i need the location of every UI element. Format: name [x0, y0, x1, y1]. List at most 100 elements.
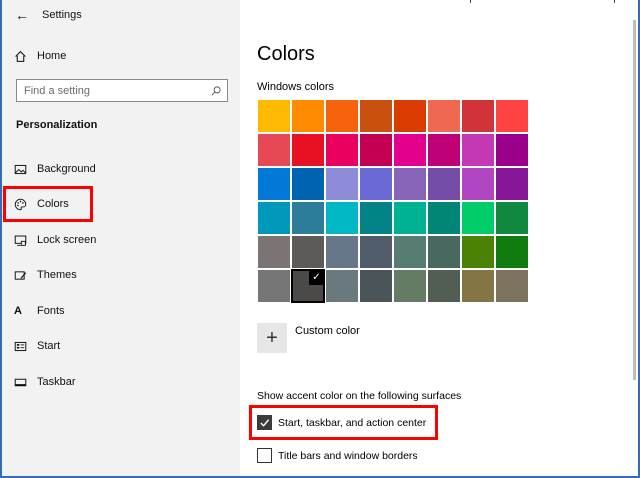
checkbox-label: Title bars and window borders [278, 449, 418, 462]
color-swatch[interactable] [496, 236, 528, 268]
color-swatch[interactable] [496, 134, 528, 166]
windows-colors-label: Windows colors [257, 81, 335, 93]
color-swatch[interactable] [258, 100, 290, 132]
color-swatch[interactable] [462, 100, 494, 132]
color-swatch[interactable] [360, 236, 392, 268]
fonts-icon: A [2, 305, 37, 317]
color-swatch[interactable] [462, 236, 494, 268]
taskbar-icon [2, 376, 37, 389]
sidebar-item-label: Lock screen [37, 234, 97, 246]
color-swatch[interactable] [394, 270, 426, 302]
color-swatch[interactable] [394, 100, 426, 132]
color-swatch[interactable] [496, 202, 528, 234]
color-swatch[interactable] [292, 100, 324, 132]
sidebar-item-label: Colors [37, 198, 69, 210]
page-title: Colors [257, 43, 315, 65]
sidebar-item-background[interactable]: Background [2, 154, 240, 184]
check-icon: ✓ [309, 270, 324, 285]
color-swatch[interactable] [360, 100, 392, 132]
color-swatch[interactable] [394, 202, 426, 234]
sidebar-item-label: Fonts [37, 305, 65, 317]
color-swatch[interactable] [462, 168, 494, 200]
color-swatch[interactable] [326, 270, 358, 302]
fonts-glyph: A [14, 305, 22, 317]
color-swatch[interactable] [326, 236, 358, 268]
sidebar-item-label: Start [37, 340, 61, 352]
color-swatch[interactable] [462, 202, 494, 234]
checkbox-unchecked[interactable] [257, 448, 272, 463]
palette-icon [2, 198, 37, 211]
color-swatch[interactable] [360, 202, 392, 234]
sidebar-item-colors[interactable]: Colors [2, 189, 240, 219]
color-swatch[interactable] [326, 100, 358, 132]
color-swatch[interactable] [360, 134, 392, 166]
color-swatch[interactable] [428, 270, 460, 302]
color-swatch[interactable] [428, 202, 460, 234]
color-swatch[interactable] [428, 168, 460, 200]
color-swatch[interactable] [360, 168, 392, 200]
color-swatch[interactable] [258, 168, 290, 200]
sidebar-item-themes[interactable]: Themes [2, 260, 240, 290]
picture-icon [2, 163, 37, 176]
color-swatch[interactable] [462, 134, 494, 166]
checkbox-checked[interactable] [257, 415, 272, 430]
color-swatch[interactable] [292, 134, 324, 166]
sidebar-item-label: Taskbar [37, 376, 76, 388]
sidebar-item-start[interactable]: Start [2, 331, 240, 361]
color-swatch[interactable] [394, 168, 426, 200]
color-swatch-selected[interactable]: ✓ [291, 269, 325, 303]
color-swatch[interactable] [428, 134, 460, 166]
color-swatch[interactable] [292, 202, 324, 234]
sidebar-item-home[interactable]: Home [2, 41, 240, 71]
color-swatch[interactable] [394, 236, 426, 268]
color-swatch[interactable] [326, 168, 358, 200]
color-swatch[interactable] [292, 168, 324, 200]
sidebar-item-label: Themes [37, 269, 77, 281]
color-swatch[interactable] [258, 270, 290, 302]
sidebar-item-lock-screen[interactable]: Lock screen [2, 225, 240, 255]
color-swatch[interactable] [428, 100, 460, 132]
sidebar-item-fonts[interactable]: A Fonts [2, 296, 240, 326]
lock-screen-icon [2, 234, 37, 247]
color-swatch[interactable] [326, 202, 358, 234]
themes-icon [2, 269, 37, 282]
color-swatch[interactable] [496, 168, 528, 200]
color-swatch[interactable] [360, 270, 392, 302]
plus-icon[interactable]: + [257, 323, 287, 353]
color-swatch[interactable] [496, 100, 528, 132]
start-icon [2, 340, 37, 353]
custom-color-button[interactable]: + Custom color [257, 323, 360, 353]
checkbox-start-taskbar-action-center[interactable]: Start, taskbar, and action center [257, 415, 426, 430]
scrollbar[interactable] [633, 20, 636, 380]
color-swatch[interactable] [428, 236, 460, 268]
search-icon[interactable] [205, 85, 227, 97]
window-edge-mark [470, 0, 471, 3]
section-heading: Personalization [16, 119, 98, 131]
checkbox-title-bars-window-borders[interactable]: Title bars and window borders [257, 448, 418, 463]
sidebar-item-label: Home [37, 50, 67, 62]
color-swatch[interactable] [258, 202, 290, 234]
sidebar-item-taskbar[interactable]: Taskbar [2, 367, 240, 397]
search-input[interactable] [17, 84, 205, 97]
custom-color-label: Custom color [295, 325, 360, 337]
color-swatch[interactable] [258, 134, 290, 166]
back-arrow-icon[interactable]: ← [2, 7, 42, 23]
title-bar: ← Settings [2, 0, 240, 30]
home-icon [2, 50, 37, 63]
sidebar: ← Settings Home Personalization Backgrou… [2, 0, 240, 476]
color-swatch[interactable] [258, 236, 290, 268]
color-swatch[interactable] [394, 134, 426, 166]
color-swatch[interactable] [462, 270, 494, 302]
color-swatch[interactable] [292, 236, 324, 268]
main-content: Colors Windows colors ✓ + Custom color S… [240, 0, 638, 476]
search-box[interactable] [16, 79, 228, 102]
color-swatch[interactable] [326, 134, 358, 166]
color-swatch[interactable] [496, 270, 528, 302]
accent-surfaces-label: Show accent color on the following surfa… [257, 390, 462, 402]
color-swatch-grid: ✓ [257, 99, 529, 303]
app-title: Settings [42, 9, 82, 21]
check-icon [260, 419, 270, 427]
checkbox-label: Start, taskbar, and action center [278, 416, 427, 429]
sidebar-item-label: Background [37, 163, 96, 175]
window-edge-mark [614, 0, 615, 3]
